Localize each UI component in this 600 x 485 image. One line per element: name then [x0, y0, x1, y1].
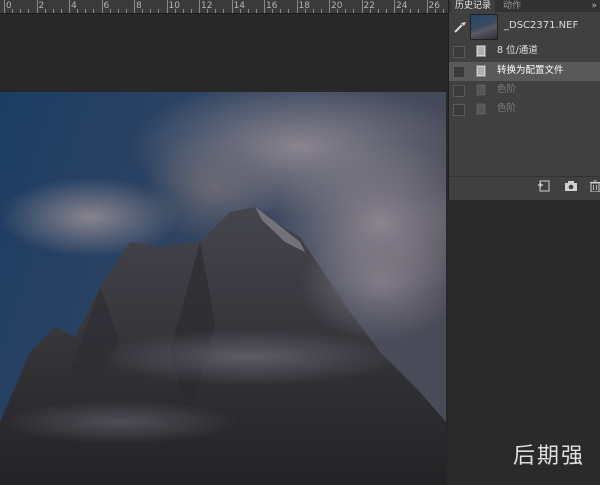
- ruler-minor-tick: [44, 9, 46, 13]
- ruler-major-tick: [394, 0, 395, 13]
- ruler-minor-tick: [20, 9, 22, 13]
- ruler-minor-tick: [77, 9, 79, 13]
- step-label: 色阶: [497, 84, 517, 95]
- ruler-minor-tick: [93, 9, 95, 13]
- step-label: 色阶: [497, 103, 517, 114]
- ruler-minor-tick: [52, 9, 54, 13]
- ruler-minor-tick: [142, 9, 144, 13]
- ruler-major-tick: [231, 0, 233, 13]
- ruler-major-tick: [69, 0, 70, 13]
- ruler-minor-tick: [320, 9, 322, 13]
- ruler-minor-tick: [150, 9, 152, 13]
- ruler-major-tick: [36, 0, 38, 13]
- tab-actions[interactable]: 动作: [499, 0, 525, 12]
- history-step[interactable]: 色阶: [449, 81, 600, 100]
- ruler-minor-tick: [190, 9, 192, 13]
- ruler-label: 8: [136, 1, 142, 11]
- ruler-label: 6: [103, 1, 110, 11]
- ruler-major-tick: [134, 0, 135, 13]
- ruler-major-tick: [101, 0, 103, 13]
- ruler-major-tick: [361, 0, 363, 13]
- ruler-minor-tick: [158, 9, 160, 13]
- history-step-active[interactable]: 转换为配置文件: [449, 62, 600, 81]
- ruler-minor-tick: [280, 9, 282, 13]
- step-source-checkbox[interactable]: [453, 85, 465, 97]
- snapshot-label: _DSC2371.NEF: [504, 20, 579, 31]
- ruler-minor-tick: [272, 9, 274, 13]
- ruler-minor-tick: [255, 9, 257, 13]
- ruler-minor-tick: [125, 9, 127, 13]
- ruler-major-tick: [329, 0, 330, 13]
- history-step[interactable]: 色阶: [449, 100, 600, 119]
- ruler-minor-tick: [312, 9, 314, 13]
- ruler-minor-tick: [109, 9, 111, 13]
- ruler-label: 0: [6, 1, 12, 11]
- ruler-minor-tick: [239, 9, 241, 13]
- history-brush-icon[interactable]: [453, 20, 467, 34]
- ruler-minor-tick: [182, 9, 184, 13]
- mountain-photo: [0, 92, 446, 485]
- ruler-major-tick: [4, 0, 5, 13]
- ruler-major-tick: [199, 0, 200, 13]
- panel-footer: [449, 176, 600, 195]
- document-icon: [476, 84, 486, 96]
- step-source-checkbox[interactable]: [453, 66, 465, 78]
- ruler-major-tick: [296, 0, 298, 13]
- ruler-minor-tick: [28, 9, 30, 13]
- ruler-minor-tick: [377, 9, 379, 13]
- ruler-minor-tick: [207, 9, 209, 13]
- ruler-minor-tick: [345, 9, 347, 13]
- ruler-minor-tick: [442, 9, 444, 13]
- new-document-from-state-icon[interactable]: [537, 180, 551, 192]
- panel-tabs: 历史记录 动作 »: [449, 0, 600, 12]
- step-label: 8 位/通道: [497, 45, 538, 56]
- ruler-minor-tick: [60, 9, 62, 13]
- ruler-minor-tick: [385, 9, 387, 13]
- watermark-logo: 后期强: [512, 444, 585, 469]
- snapshot-thumbnail: [470, 14, 498, 40]
- ruler-minor-tick: [337, 9, 339, 13]
- ruler-minor-tick: [247, 9, 249, 13]
- ruler-minor-tick: [117, 9, 119, 13]
- ruler-label: 2: [38, 1, 45, 11]
- ruler-minor-tick: [223, 9, 225, 13]
- ruler-minor-tick: [353, 9, 355, 13]
- ruler-minor-tick: [369, 9, 371, 13]
- ruler-minor-tick: [215, 9, 217, 13]
- ruler-minor-tick: [12, 9, 14, 13]
- history-step[interactable]: 8 位/通道: [449, 42, 600, 61]
- ruler-minor-tick: [402, 9, 404, 13]
- step-source-checkbox[interactable]: [453, 46, 465, 58]
- panel-menu-icon[interactable]: »: [591, 0, 597, 12]
- ruler-major-tick: [264, 0, 265, 13]
- history-snapshot[interactable]: _DSC2371.NEF: [449, 12, 600, 42]
- ruler-minor-tick: [410, 9, 412, 13]
- ruler-minor-tick: [418, 9, 420, 13]
- ruler-minor-tick: [434, 9, 436, 13]
- document-icon: [476, 45, 486, 57]
- ruler-label: 4: [71, 1, 77, 11]
- ruler-major-tick: [166, 0, 168, 13]
- document-icon: [476, 65, 486, 77]
- ruler-minor-tick: [304, 9, 306, 13]
- step-label: 转换为配置文件: [497, 65, 564, 76]
- trash-icon[interactable]: [588, 180, 600, 192]
- ruler-major-tick: [426, 0, 428, 13]
- document-icon: [476, 103, 486, 115]
- document-image[interactable]: [0, 92, 446, 485]
- ruler-minor-tick: [288, 9, 290, 13]
- horizontal-ruler[interactable]: 0246810121416182022242628: [0, 0, 448, 14]
- ruler-minor-tick: [174, 9, 176, 13]
- step-source-checkbox[interactable]: [453, 104, 465, 116]
- camera-icon[interactable]: [564, 180, 578, 192]
- ruler-minor-tick: [85, 9, 87, 13]
- tab-history[interactable]: 历史记录: [451, 0, 496, 12]
- history-panel: 历史记录 动作 » _DSC2371.NEF 8 位/通道 转换为配置文件 色阶…: [448, 0, 600, 200]
